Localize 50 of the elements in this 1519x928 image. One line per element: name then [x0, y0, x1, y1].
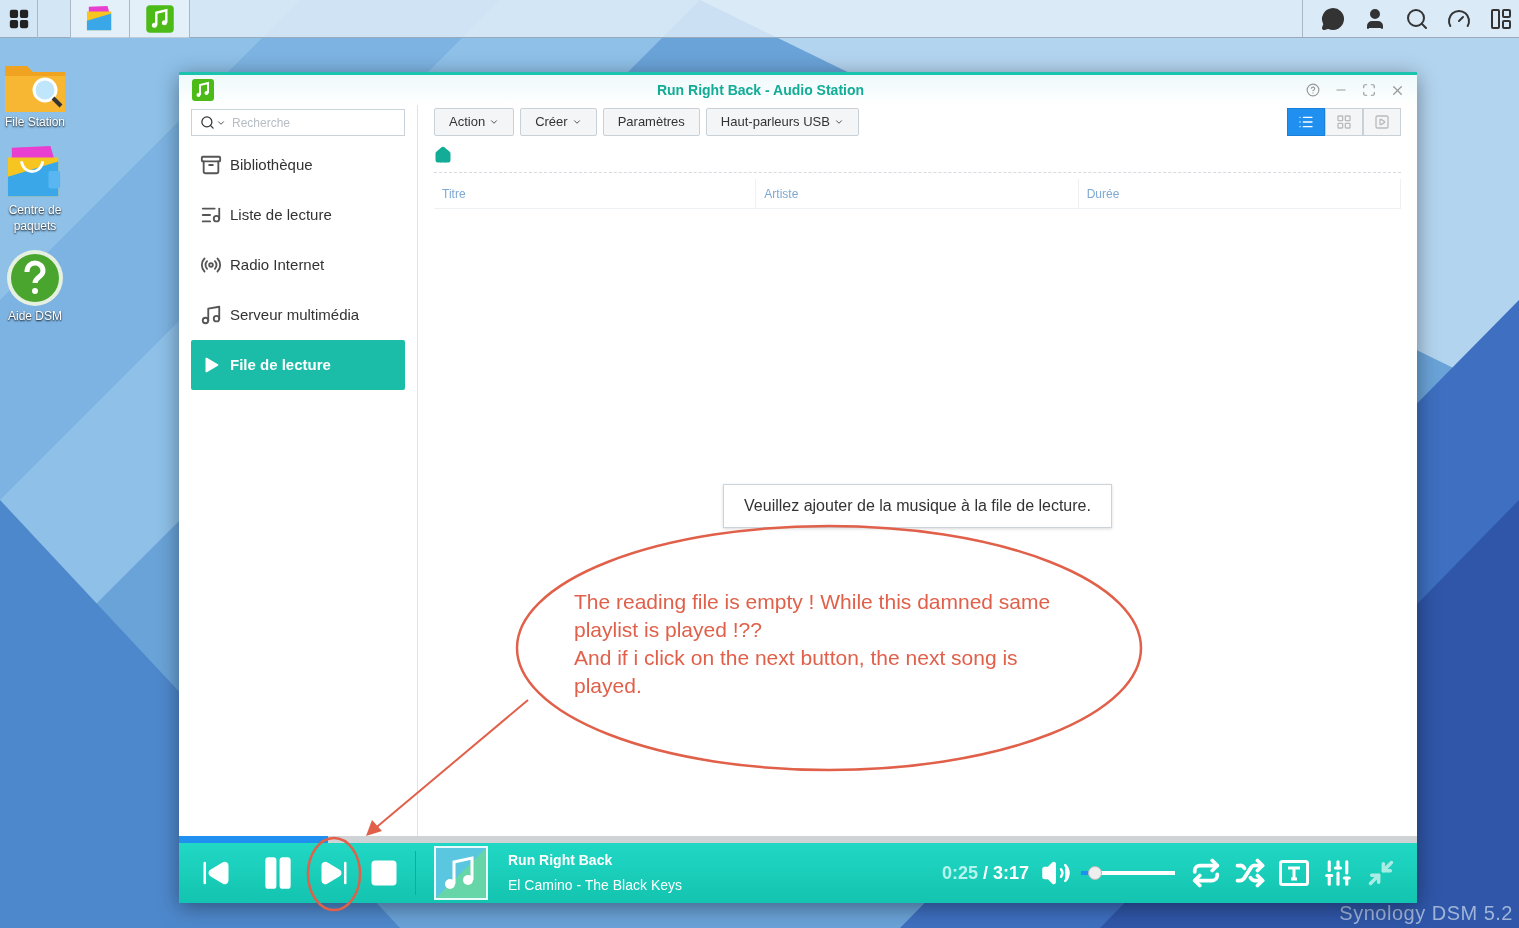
annotation-text: The reading file is empty ! While this damned same playlist is played !?? And if i click on the next button, the next song is played. [574, 589, 1052, 699]
sidebar-item[interactable]: Serveur multimédia [191, 290, 405, 340]
desktop-icon-label: Aide DSM [7, 308, 63, 324]
help-icon[interactable] [5, 248, 65, 308]
sidebar-item[interactable]: Liste de lecture [191, 190, 405, 240]
toolbar-button[interactable]: Action [434, 108, 515, 136]
sidebar-item[interactable]: Bibliothèque [191, 140, 405, 190]
mini-player-icon[interactable] [1367, 859, 1395, 887]
caret-icon [833, 117, 844, 127]
search-field[interactable]: Recherche [191, 109, 405, 136]
volume-slider[interactable] [1081, 865, 1175, 881]
toolbar-button[interactable]: Paramètres [602, 108, 700, 136]
track-subtitle: El Camino - The Black Keys [508, 876, 683, 895]
sidebar-item[interactable]: Radio Internet [191, 240, 405, 290]
list-view-icon [1298, 114, 1314, 130]
caret-icon [571, 117, 582, 127]
caret-icon[interactable] [216, 118, 226, 128]
lyrics-icon[interactable] [1279, 860, 1309, 886]
view-toggle-button[interactable] [1287, 108, 1325, 136]
audio-app-icon [144, 3, 175, 34]
desktop-icon-label: Centre de paquets [7, 202, 63, 234]
chat-icon[interactable] [1321, 6, 1345, 31]
audio-app-icon [191, 78, 215, 102]
progress-track[interactable] [179, 836, 1417, 843]
total-time: / 3:17 [982, 861, 1029, 885]
elapsed-time: 0:25 [941, 861, 978, 885]
help-icon[interactable] [1306, 83, 1320, 97]
archive-icon [200, 154, 222, 176]
caret-icon [489, 117, 500, 127]
equalizer-icon[interactable] [1323, 858, 1353, 888]
home-icon[interactable] [434, 145, 452, 164]
grid-view-icon [1336, 114, 1352, 130]
volume-thumb[interactable] [1088, 866, 1103, 880]
toolbar-button[interactable]: Créer [520, 108, 597, 136]
search-icon[interactable] [200, 115, 215, 130]
maximize-icon[interactable] [1362, 83, 1376, 97]
track-title: Run Right Back [508, 851, 614, 870]
shuffle-icon[interactable] [1235, 858, 1265, 888]
desktop-icon-label: File Station [4, 114, 66, 130]
window-title: Run Right Back - Audio Station [655, 80, 866, 100]
widgets-icon[interactable] [1489, 6, 1513, 31]
toolbar-button[interactable]: Haut-parleurs USB [705, 108, 859, 136]
cover-view-icon [1374, 114, 1390, 130]
search-icon[interactable] [1405, 6, 1429, 31]
stop-button[interactable] [369, 858, 399, 888]
main-menu-icon[interactable] [7, 7, 30, 30]
album-art-icon [434, 846, 488, 900]
repeat-icon[interactable] [1191, 858, 1221, 888]
desktop-branding: Synology DSM 5.2 [1339, 901, 1513, 926]
music-note-icon [200, 304, 222, 326]
